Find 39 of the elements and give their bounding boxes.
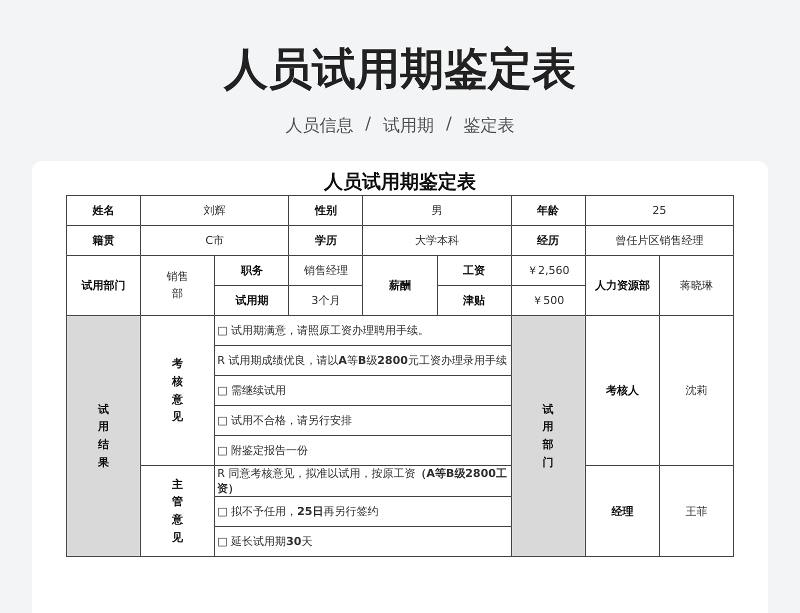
field-value: 销售部 — [140, 256, 215, 316]
field-label: 人力资源部 — [585, 256, 660, 316]
breadcrumb-separator: / — [365, 114, 371, 136]
form-title: 人员试用期鉴定表 — [324, 170, 476, 195]
field-value: 销售经理 — [288, 256, 363, 286]
field-value: 曾任片区销售经理 — [585, 226, 734, 256]
field-label: 试用期 — [214, 286, 289, 316]
field-value: 大学本科 — [362, 226, 512, 256]
field-label: 薪酬 — [362, 256, 438, 316]
field-label: 经理 — [585, 466, 660, 556]
field-label: 考核人 — [585, 316, 660, 466]
field-label: 工资 — [437, 256, 512, 286]
field-label: 职务 — [214, 256, 289, 286]
field-label: 试用结果 — [66, 316, 141, 556]
field-label: 年龄 — [511, 196, 586, 226]
breadcrumb-separator: / — [446, 114, 452, 136]
field-label: 学历 — [288, 226, 363, 256]
field-label: 津贴 — [437, 286, 512, 316]
field-value: 沈莉 — [659, 316, 734, 466]
field-label: 性别 — [288, 196, 363, 226]
field-label: 考核意见 — [140, 316, 215, 466]
breadcrumb-item[interactable]: 鉴定表 — [464, 114, 515, 137]
field-value: 蒋晓琳 — [659, 256, 734, 316]
field-label: 主管意见 — [140, 466, 215, 556]
field-value: ￥2,560 — [511, 256, 586, 286]
field-value: 王菲 — [659, 466, 734, 556]
breadcrumb-item[interactable]: 人员信息 — [285, 114, 354, 137]
breadcrumb-item[interactable]: 试用期 — [383, 114, 434, 137]
field-value: 男 — [362, 196, 512, 226]
field-label: 籍贯 — [66, 226, 141, 256]
field-value: C市 — [140, 226, 289, 256]
page-title: 人员试用期鉴定表 — [224, 44, 576, 96]
field-label: 姓名 — [66, 196, 141, 226]
field-value: 25 — [585, 196, 734, 226]
field-value: 刘辉 — [140, 196, 289, 226]
field-label: 试用部门 — [511, 316, 586, 556]
option-text: □ 试用期满意，请照原工资办理聘用手续。 — [214, 316, 512, 346]
option-text: R 同意考核意见，拟准以试用，按原工资（A等B级2800工资） — [214, 466, 512, 496]
field-label: 经历 — [511, 226, 586, 256]
